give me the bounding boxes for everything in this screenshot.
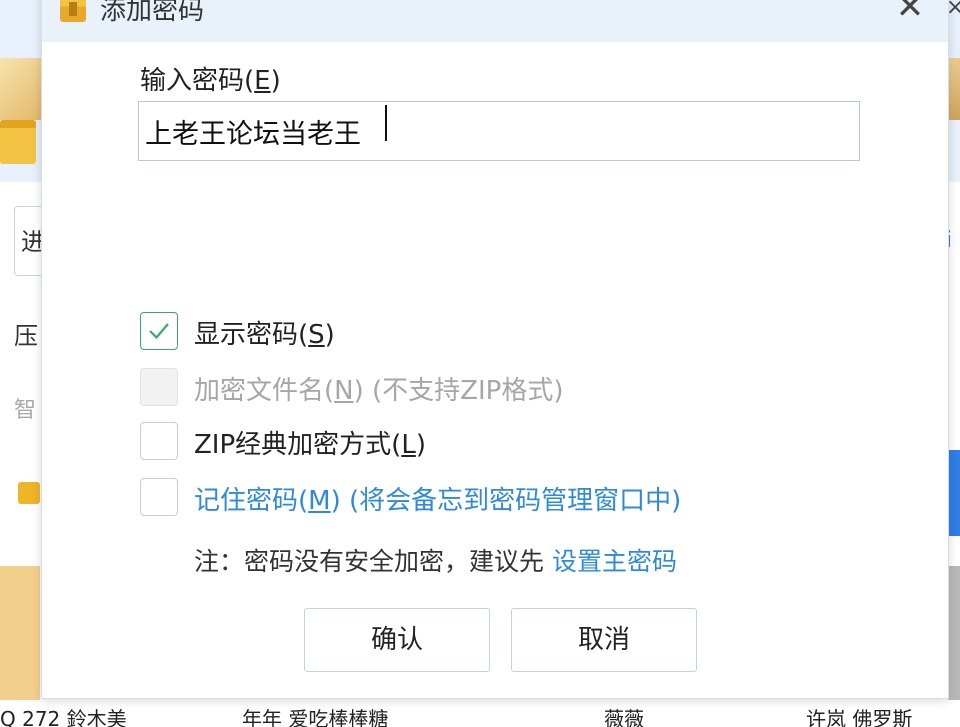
show-password-checkbox[interactable] bbox=[140, 312, 178, 350]
background-thumbnail bbox=[948, 58, 960, 120]
zip-classic-encryption-checkbox[interactable] bbox=[140, 422, 178, 460]
option-accesskey: N bbox=[334, 376, 354, 406]
background-caption: 薇薇 bbox=[604, 707, 644, 727]
set-master-password-link[interactable]: 设置主密码 bbox=[552, 547, 677, 576]
option-suffix: ) (不支持ZIP格式) bbox=[353, 376, 564, 406]
background-label: 智 bbox=[14, 398, 37, 423]
checkmark-icon bbox=[149, 323, 169, 340]
cancel-button[interactable]: 取消 bbox=[511, 608, 697, 672]
option-text: 记住密码( bbox=[194, 486, 309, 516]
password-input[interactable] bbox=[138, 101, 860, 161]
background-search-icon[interactable]: i bbox=[946, 206, 960, 276]
background-caption: 许岚 佛罗斯 bbox=[806, 707, 913, 727]
dialog-title: 添加密码 bbox=[100, 0, 205, 26]
password-label-end: ) bbox=[270, 66, 281, 96]
background-label: 压 bbox=[14, 322, 38, 350]
option-text: 加密文件名( bbox=[194, 376, 335, 406]
security-note: 注：密码没有安全加密，建议先 设置主密码 bbox=[194, 542, 677, 578]
option-accesskey: M bbox=[308, 486, 331, 516]
archive-folder-icon bbox=[0, 120, 36, 164]
background-close-icon[interactable]: × bbox=[946, 0, 960, 19]
background-caption: 年年 爱吃棒棒糖 bbox=[242, 707, 389, 727]
encrypt-filenames-checkbox bbox=[140, 368, 178, 406]
remember-password-label[interactable]: 记住密码(M) (将会备忘到密码管理窗口中) bbox=[194, 480, 681, 517]
remember-password-checkbox[interactable] bbox=[140, 478, 178, 516]
show-password-label[interactable]: 显示密码(S) bbox=[194, 314, 335, 351]
security-note-text: 注：密码没有安全加密，建议先 bbox=[194, 547, 545, 576]
background-caption-row: Q 272 鈴木美 年年 爱吃棒棒糖 薇薇 许岚 佛罗斯 bbox=[0, 704, 960, 727]
option-suffix: ) bbox=[324, 320, 335, 350]
dialog-titlebar: 添加密码 ✕ bbox=[42, 0, 948, 42]
close-button[interactable]: ✕ bbox=[890, 0, 930, 30]
confirm-button[interactable]: 确认 bbox=[304, 608, 490, 672]
text-caret bbox=[385, 105, 387, 141]
password-label-accesskey: E bbox=[254, 66, 271, 96]
encrypt-filenames-label: 加密文件名(N) (不支持ZIP格式) bbox=[194, 370, 563, 407]
background-thumbnail bbox=[0, 58, 42, 120]
password-label-text: 输入密码( bbox=[140, 66, 255, 96]
option-suffix: ) bbox=[415, 430, 426, 460]
option-text: ZIP经典加密方式( bbox=[194, 430, 402, 460]
zip-classic-encryption-label[interactable]: ZIP经典加密方式(L) bbox=[194, 424, 426, 461]
password-label: 输入密码(E) bbox=[140, 60, 281, 97]
option-accesskey: S bbox=[308, 320, 325, 350]
background-caption: Q 272 鈴木美 bbox=[0, 707, 127, 727]
option-accesskey: L bbox=[401, 430, 416, 460]
background-primary-button[interactable] bbox=[948, 450, 960, 536]
lock-icon bbox=[18, 482, 40, 504]
option-text: 显示密码( bbox=[194, 320, 309, 350]
add-password-dialog: 添加密码 ✕ 输入密码(E) 显示密码(S) 加密文件名(N) (不支持ZIP格… bbox=[42, 0, 948, 698]
archive-app-icon bbox=[60, 0, 86, 22]
option-suffix: ) (将会备忘到密码管理窗口中) bbox=[330, 486, 682, 516]
close-icon: ✕ bbox=[895, 0, 925, 27]
